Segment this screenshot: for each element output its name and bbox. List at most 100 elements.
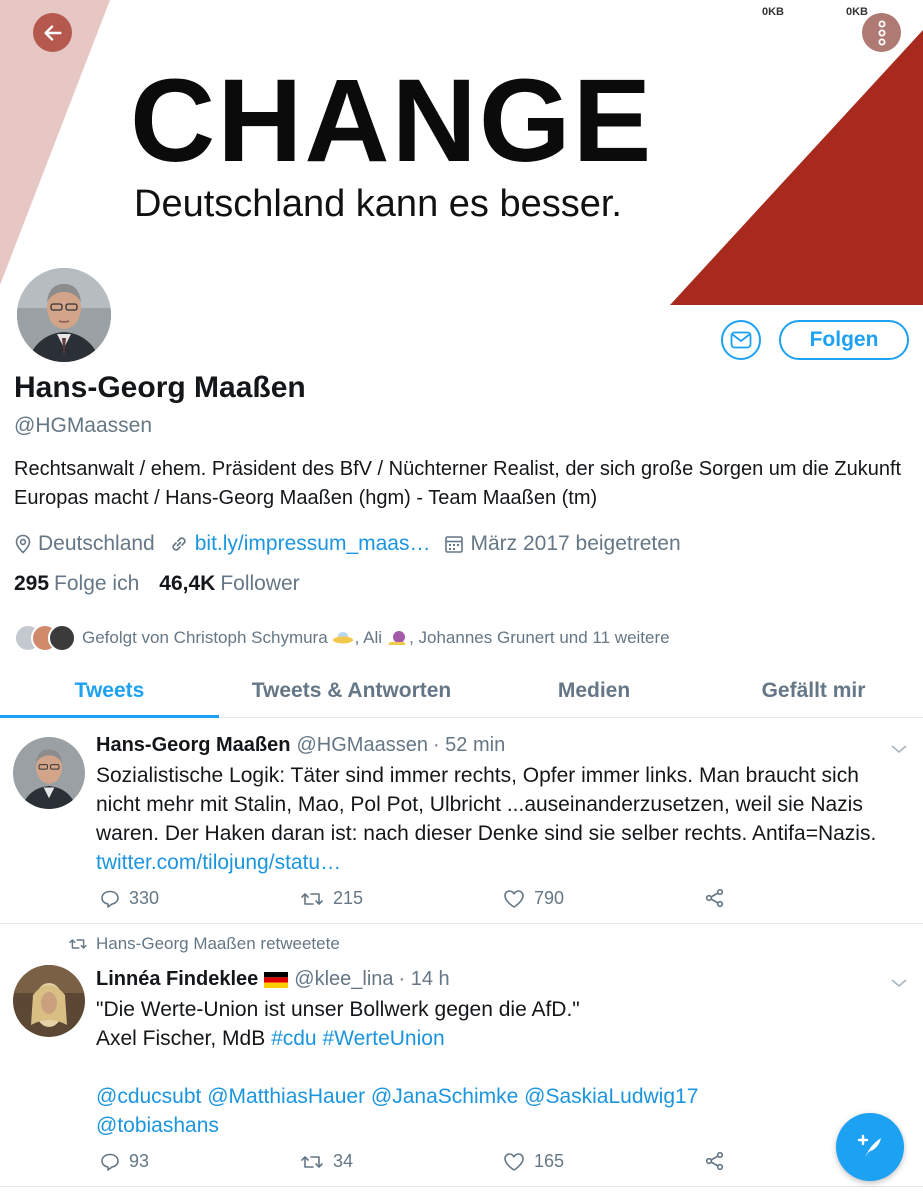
back-button[interactable]	[33, 13, 72, 52]
following-label: Folge ich	[54, 572, 140, 595]
reply-button[interactable]: 330	[100, 888, 159, 909]
tweet-text: Sozialistische Logik: Täter sind immer r…	[96, 761, 906, 877]
avatar[interactable]	[13, 737, 85, 809]
profile-bio: Rechtsanwalt / ehem. Präsident des BfV /…	[14, 458, 902, 509]
tab-tweets-and-replies[interactable]: Tweets & Antworten	[219, 664, 484, 717]
arrow-left-icon	[43, 24, 62, 41]
profile-joined: März 2017 beigetreten	[444, 532, 681, 556]
link-icon	[172, 537, 186, 551]
tweet-author-handle: @klee_lina	[294, 968, 394, 990]
followers-count: 46,4K	[159, 572, 216, 595]
tab-likes[interactable]: Gefällt mir	[704, 664, 923, 717]
follow-counts: 295 Folge ich 46,4K Follower	[14, 572, 320, 596]
tweet[interactable]: Hans-Georg Maaßen @HGMaassen · 52 min So…	[0, 718, 923, 924]
tab-media[interactable]: Medien	[484, 664, 704, 717]
author-photo	[13, 965, 85, 1037]
followers-label: Follower	[220, 572, 300, 595]
tweet-actions: 93 34 165	[100, 1151, 740, 1177]
profile-banner: CHANGE Deutschland kann es besser. 0KB 0…	[0, 0, 923, 305]
author-photo	[13, 737, 85, 809]
following-count: 295	[14, 572, 50, 595]
location-pin-icon	[15, 534, 31, 554]
heart-icon	[504, 889, 524, 908]
profile-location: Deutschland	[14, 532, 155, 556]
banner-subline: Deutschland kann es besser.	[134, 183, 622, 225]
following-count-link[interactable]: 295 Folge ich	[14, 572, 139, 596]
tweet-time: · 52 min	[432, 734, 506, 756]
tweet-mentions-2[interactable]: @tobiashans	[96, 1111, 906, 1140]
share-icon	[705, 1151, 724, 1171]
retweet-button[interactable]: 34	[300, 1151, 353, 1172]
share-icon	[705, 888, 724, 908]
joined-text: März 2017 beigetreten	[470, 532, 681, 555]
tweet-author-name[interactable]: Linnéa Findeklee	[96, 968, 258, 991]
profile-tabs: Tweets Tweets & Antworten Medien Gefällt…	[0, 664, 923, 718]
website-link[interactable]: bit.ly/impressum_maas…	[195, 532, 431, 556]
profile-name: Hans-Georg Maaßen	[14, 371, 306, 404]
tweet-author-name[interactable]: Hans-Georg Maaßen	[96, 734, 290, 757]
heart-icon	[504, 1152, 524, 1171]
followed-by-end: , Johannes Grunert und 11 weitere	[409, 628, 670, 647]
tweet-mentions[interactable]: @cducsubt @MatthiasHauer @JanaSchimke @S…	[96, 1082, 906, 1111]
ufo-emoji-icon	[332, 632, 353, 644]
avatar[interactable]	[13, 965, 85, 1037]
banner-headline: CHANGE	[130, 55, 654, 187]
profile-website[interactable]: bit.ly/impressum_maas…	[169, 532, 431, 556]
hashtag-werteunion[interactable]: #WerteUnion	[322, 1027, 444, 1050]
retweet-count: 215	[333, 888, 364, 908]
like-count: 790	[534, 888, 565, 908]
reply-button[interactable]: 93	[100, 1151, 149, 1172]
envelope-icon	[730, 331, 752, 349]
like-button[interactable]: 165	[503, 1151, 564, 1172]
tweet-link[interactable]: twitter.com/tilojung/statu…	[96, 851, 341, 874]
tweet-header: Hans-Georg Maaßen @HGMaassen · 52 min	[96, 734, 505, 757]
retweet-button[interactable]: 215	[300, 888, 363, 909]
followed-by-avatars	[14, 623, 78, 653]
profile-photo	[17, 268, 111, 362]
attribution-text: Axel Fischer, MdB	[96, 1027, 272, 1050]
share-button[interactable]	[705, 888, 734, 908]
followers-count-link[interactable]: 46,4K Follower	[159, 572, 299, 596]
message-button[interactable]	[721, 320, 761, 360]
chevron-down-icon[interactable]	[889, 976, 909, 990]
tweet-line-quote: "Die Werte-Union ist unser Bollwerk gege…	[96, 998, 580, 1021]
tweet-actions: 330 215 790	[100, 888, 740, 914]
follow-button[interactable]: Folgen	[779, 320, 909, 360]
reply-count: 93	[129, 1151, 150, 1171]
reply-count: 330	[129, 888, 160, 908]
reply-icon	[101, 890, 119, 908]
location-text: Deutschland	[38, 532, 155, 555]
reply-icon	[101, 1153, 119, 1171]
calendar-icon	[445, 536, 464, 553]
retweet-icon	[301, 1155, 323, 1168]
followed-by[interactable]: Gefolgt von Christoph Schymura , Ali , J…	[14, 622, 670, 654]
tweet[interactable]: Linnéa Findeklee @klee_lina · 14 h "Die …	[0, 925, 923, 1187]
profile-handle: @HGMaassen	[14, 414, 153, 437]
compose-tweet-icon	[857, 1134, 881, 1158]
profile-avatar[interactable]	[13, 264, 115, 366]
profile-meta: Deutschland bit.ly/impressum_maas… März …	[14, 529, 695, 559]
compose-tweet-button[interactable]	[836, 1113, 904, 1181]
like-button[interactable]: 790	[503, 888, 564, 909]
retweet-icon	[301, 892, 323, 905]
tweet-body: Sozialistische Logik: Täter sind immer r…	[96, 764, 877, 845]
tweet-line-attribution: Axel Fischer, MdB #cdu #WerteUnion	[96, 1024, 906, 1053]
followed-by-text: Gefolgt von Christoph Schymura	[82, 628, 328, 647]
retweet-count: 34	[333, 1151, 354, 1171]
snail-emoji-icon	[388, 631, 407, 645]
share-button[interactable]	[705, 1151, 734, 1171]
avatar	[48, 624, 76, 652]
tweet-text: "Die Werte-Union ist unser Bollwerk gege…	[96, 995, 906, 1140]
tweet-header: Linnéa Findeklee @klee_lina · 14 h	[96, 968, 450, 991]
tab-tweets[interactable]: Tweets	[0, 664, 219, 718]
tweet-time: · 14 h	[398, 968, 450, 990]
followed-by-mid: , Ali	[354, 628, 383, 647]
more-vertical-icon	[878, 20, 885, 45]
chevron-down-icon[interactable]	[889, 742, 909, 756]
network-speed-right: 0KB	[846, 6, 869, 18]
network-speed-left: 0KB	[762, 6, 785, 18]
hashtag-cdu[interactable]: #cdu	[271, 1027, 317, 1050]
more-options-button[interactable]	[862, 13, 901, 52]
german-flag-icon	[264, 971, 289, 988]
